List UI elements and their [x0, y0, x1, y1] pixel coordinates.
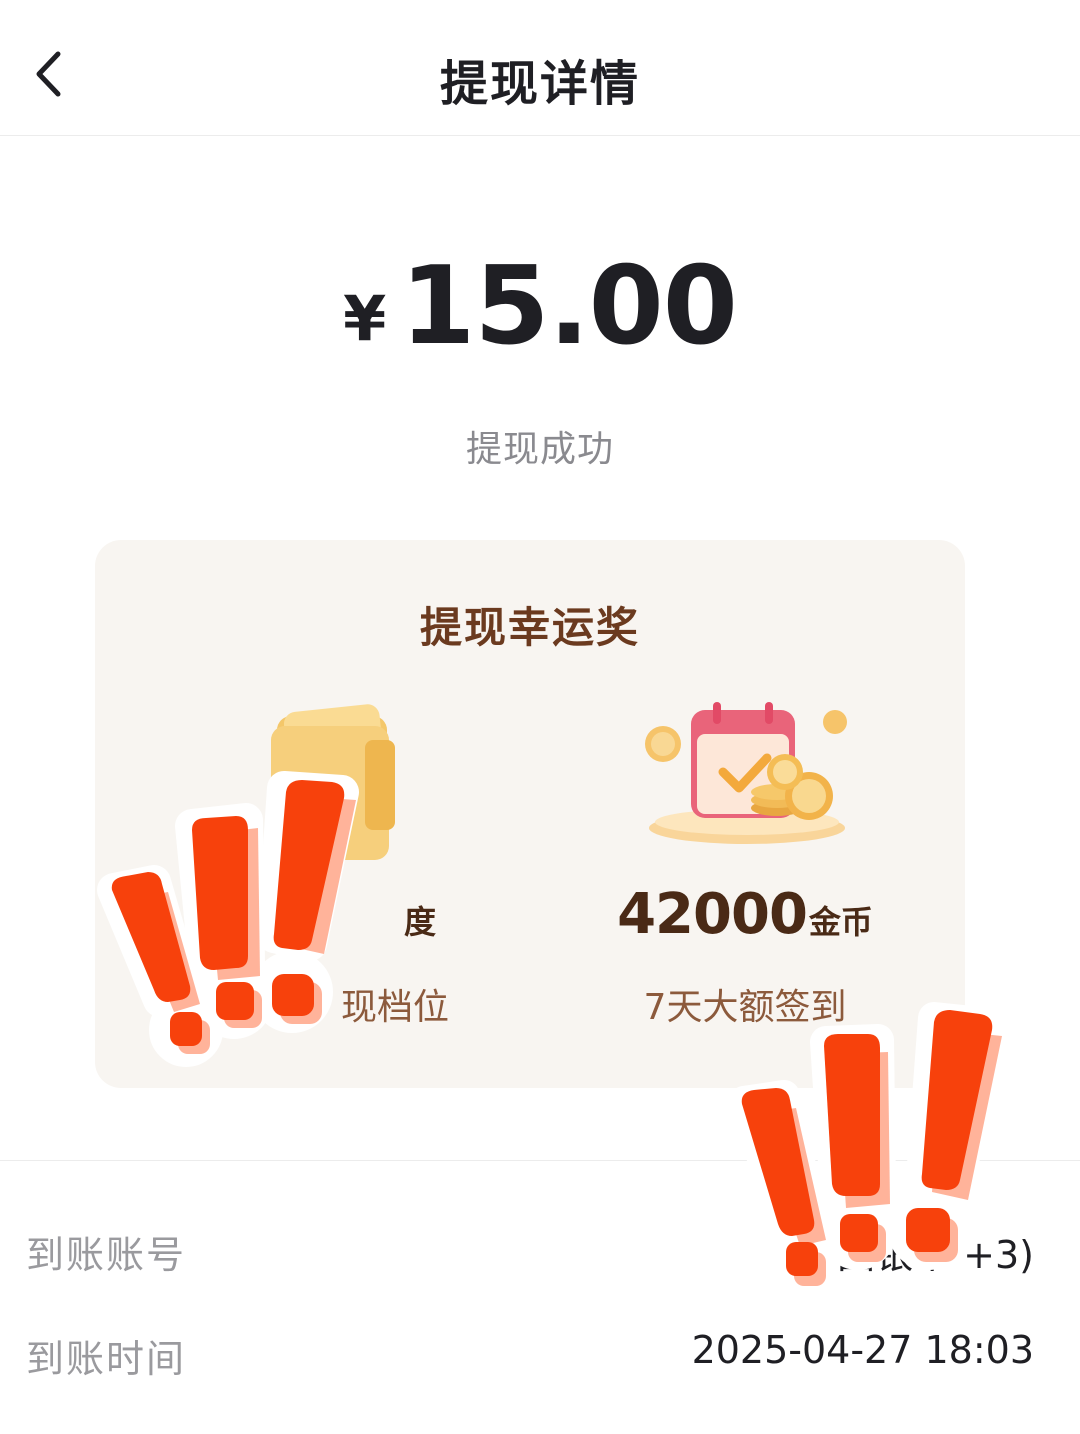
reward-unit: 度: [403, 903, 436, 941]
reward-value: 度: [125, 882, 525, 947]
withdrawal-status: 提现成功: [465, 429, 614, 470]
withdrawal-amount: ¥ 15.00: [0, 244, 1080, 369]
detail-label: 到账时间: [26, 1337, 187, 1381]
reward-card-title: 提现幸运奖: [419, 603, 640, 652]
reward-value: 42000金币: [545, 882, 945, 947]
reward-description: 现档位: [340, 987, 449, 1028]
detail-value: 中国银彳 ‌+3): [799, 1233, 1034, 1277]
reward-item-withdraw-tier[interactable]: 度 现档位: [125, 700, 525, 1040]
section-divider: [0, 1160, 1080, 1161]
lucky-reward-card: 提现幸运奖 度 现档位 42000金币 7天大额签到: [95, 540, 965, 1088]
detail-row-account: 到账账号 中国银彳 ‌+3): [0, 1210, 1080, 1290]
detail-row-time: 到账时间 2025-04-27 18:03: [0, 1314, 1080, 1394]
reward-unit: 金币: [808, 903, 873, 941]
nav-header: 提现详情: [0, 0, 1080, 136]
wallet-icon: [271, 704, 395, 860]
amount-value: 15.00: [400, 244, 738, 369]
reward-description: 7天大额签到: [643, 987, 847, 1028]
detail-value: 2025-04-27 18:03: [691, 1328, 1034, 1372]
detail-label: 到账账号: [26, 1233, 187, 1277]
calendar-coins-icon: [645, 702, 847, 844]
withdrawal-detail-page: 提现详情 ¥ 15.00 提现成功 提现幸运奖 度 现档位 42000金币 7天…: [0, 0, 1080, 1434]
reward-item-sign-in[interactable]: 42000金币 7天大额签到: [545, 700, 945, 1040]
reward-number: 42000: [617, 882, 808, 947]
currency-symbol: ¥: [343, 282, 387, 356]
page-title: 提现详情: [439, 56, 640, 112]
